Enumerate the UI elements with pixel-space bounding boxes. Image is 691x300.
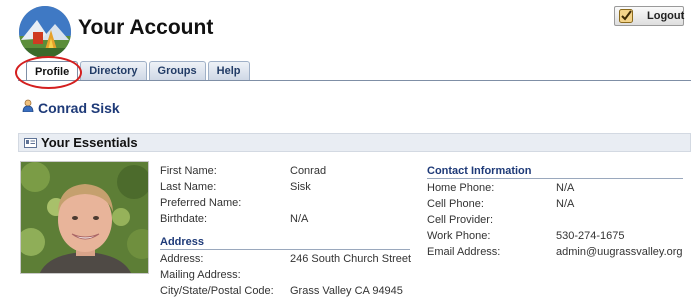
address-divider: [160, 249, 410, 250]
birthdate-label: Birthdate:: [160, 213, 208, 225]
city-state-postal-label: City/State/Postal Code:: [160, 285, 274, 297]
address-heading: Address: [160, 236, 205, 248]
home-phone-label: Home Phone:: [427, 182, 495, 194]
tab-groups[interactable]: Groups: [148, 61, 206, 80]
work-phone-value: 530-274-1675: [556, 230, 625, 242]
tab-divider: [18, 80, 691, 81]
address-value: 246 South Church Street: [290, 253, 412, 265]
page-title: Your Account: [78, 16, 214, 39]
first-name-value: Conrad: [290, 165, 327, 177]
cell-phone-label: Cell Phone:: [427, 198, 484, 210]
user-icon: [22, 99, 34, 117]
profile-photo: [20, 161, 149, 274]
first-name-label: First Name:: [160, 165, 217, 177]
cell-provider-label: Cell Provider:: [427, 214, 494, 226]
tab-directory[interactable]: Directory: [80, 61, 147, 80]
city-state-postal-value: Grass Valley CA 94945: [290, 285, 403, 297]
email-label: Email Address:: [427, 246, 501, 258]
address-label: Address:: [160, 253, 204, 265]
last-name-value: Sisk: [290, 181, 311, 193]
mailing-address-label: Mailing Address:: [160, 269, 241, 281]
birthdate-value: N/A: [290, 213, 309, 225]
contact-heading: Contact Information: [427, 165, 532, 177]
contact-divider: [427, 178, 683, 179]
home-phone-value: N/A: [556, 182, 575, 194]
email-value[interactable]: admin@uugrassvalley.org: [556, 246, 683, 258]
organization-logo: [19, 6, 71, 58]
preferred-name-label: Preferred Name:: [160, 197, 242, 209]
essentials-section-header: Your Essentials: [18, 133, 691, 152]
user-name[interactable]: Conrad Sisk: [38, 100, 120, 116]
logout-label: Logout: [647, 10, 685, 22]
id-card-icon: [24, 137, 37, 148]
cell-phone-value: N/A: [556, 198, 575, 210]
work-phone-label: Work Phone:: [427, 230, 491, 242]
checkmark-icon: [619, 9, 633, 23]
last-name-label: Last Name:: [160, 181, 217, 193]
tab-help[interactable]: Help: [207, 61, 250, 80]
logout-button[interactable]: Logout: [614, 6, 684, 26]
user-heading: Conrad Sisk: [22, 99, 120, 117]
highlight-circle: [15, 56, 82, 89]
essentials-heading: Your Essentials: [41, 135, 138, 150]
